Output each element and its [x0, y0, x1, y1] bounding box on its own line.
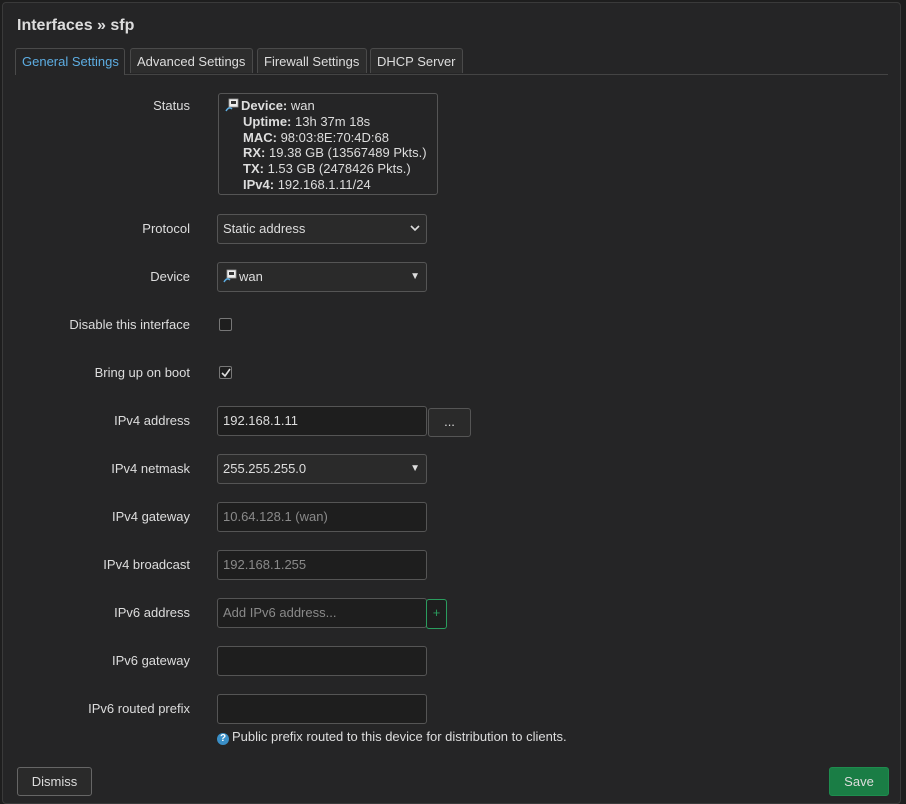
ipv4-netmask-label: IPv4 netmask [111, 461, 190, 476]
status-uptime-value: 13h 37m 18s [295, 113, 371, 129]
status-device-line: Device: wan [225, 98, 437, 114]
ipv6-routed-prefix-label: IPv6 routed prefix [88, 701, 190, 716]
ipv4-gateway-input[interactable]: 10.64.128.1 (wan) [217, 502, 427, 532]
ipv4-address-input[interactable]: 192.168.1.11 [217, 406, 427, 436]
protocol-value: Static address [223, 221, 306, 236]
ipv6-routed-prefix-help: ? Public prefix routed to this device for… [217, 729, 567, 745]
tab-firewall-settings[interactable]: Firewall Settings [257, 48, 367, 73]
protocol-label: Protocol [142, 221, 190, 236]
ipv4-netmask-select[interactable]: 255.255.255.0 ▼ [217, 454, 427, 484]
status-uptime-key: Uptime: [243, 113, 292, 129]
status-tx-value: 1.53 GB (2478426 Pkts.) [267, 161, 411, 177]
interface-modal: Interfaces » sfp General Settings Advanc… [2, 2, 901, 804]
help-icon: ? [217, 733, 229, 745]
ethernet-port-icon [225, 98, 239, 112]
tab-advanced-settings[interactable]: Advanced Settings [130, 48, 253, 73]
status-device-key: Device: [241, 98, 288, 113]
protocol-select[interactable]: Static address [217, 214, 427, 244]
status-ipv4-value: 192.168.1.11/24 [277, 176, 371, 192]
status-mac-key: MAC: [243, 129, 277, 145]
ethernet-port-icon [223, 269, 237, 283]
ipv4-gateway-label: IPv4 gateway [111, 509, 190, 524]
device-value: wan [239, 269, 263, 284]
ipv6-routed-prefix-input[interactable] [217, 694, 427, 724]
status-ipv4-key: IPv4: [243, 176, 275, 192]
ipv6-gateway-input[interactable] [217, 646, 427, 676]
status-tx-line: TX: 1.53 GB (2478426 Pkts.) [225, 161, 437, 177]
status-box: Device: wan Uptime: 13h 37m 18s MAC: 98:… [218, 93, 438, 195]
checkmark-icon [221, 368, 231, 378]
ipv4-netmask-value: 255.255.255.0 [223, 461, 307, 476]
status-rx-value: 19.38 GB (13567489 Pkts.) [269, 145, 427, 161]
ipv6-routed-prefix-help-text: Public prefix routed to this device for … [232, 729, 567, 744]
ipv6-address-input[interactable]: Add IPv6 address... [217, 598, 427, 628]
dismiss-button[interactable]: Dismiss [17, 767, 92, 796]
ipv4-address-label: IPv4 address [114, 413, 190, 428]
status-rx-key: RX: [243, 145, 266, 161]
ipv6-address-label: IPv6 address [114, 605, 190, 620]
tab-dhcp-server[interactable]: DHCP Server [370, 48, 463, 73]
status-label: Status [153, 98, 190, 113]
save-button[interactable]: Save [829, 767, 889, 796]
bring-up-on-boot-label: Bring up on boot [94, 365, 190, 380]
status-mac-line: MAC: 98:03:8E:70:4D:68 [225, 130, 437, 146]
tab-general-settings[interactable]: General Settings [15, 48, 125, 75]
disable-interface-label: Disable this interface [69, 317, 190, 332]
caret-down-icon: ▼ [410, 463, 420, 474]
device-label: Device [150, 269, 190, 284]
tab-bar: General Settings Advanced Settings Firew… [15, 48, 888, 75]
caret-down-icon: ▼ [410, 271, 420, 282]
chevron-down-icon [410, 225, 420, 232]
status-uptime-line: Uptime: 13h 37m 18s [225, 114, 437, 130]
modal-title: Interfaces » sfp [17, 17, 135, 34]
ipv4-broadcast-label: IPv4 broadcast [103, 557, 190, 572]
device-select[interactable]: wan ▼ [217, 262, 427, 292]
status-device-value: wan [290, 98, 315, 113]
ipv4-address-more-button[interactable]: ... [428, 408, 471, 437]
ipv4-broadcast-input[interactable]: 192.168.1.255 [217, 550, 427, 580]
disable-interface-checkbox[interactable] [219, 318, 232, 331]
add-ipv6-address-button[interactable]: + [426, 599, 447, 629]
bring-up-on-boot-checkbox[interactable] [219, 366, 232, 379]
status-rx-line: RX: 19.38 GB (13567489 Pkts.) [225, 145, 437, 161]
status-mac-value: 98:03:8E:70:4D:68 [280, 129, 389, 145]
status-tx-key: TX: [243, 161, 264, 177]
status-ipv4-line: IPv4: 192.168.1.11/24 [225, 177, 437, 193]
ipv6-gateway-label: IPv6 gateway [111, 653, 190, 668]
